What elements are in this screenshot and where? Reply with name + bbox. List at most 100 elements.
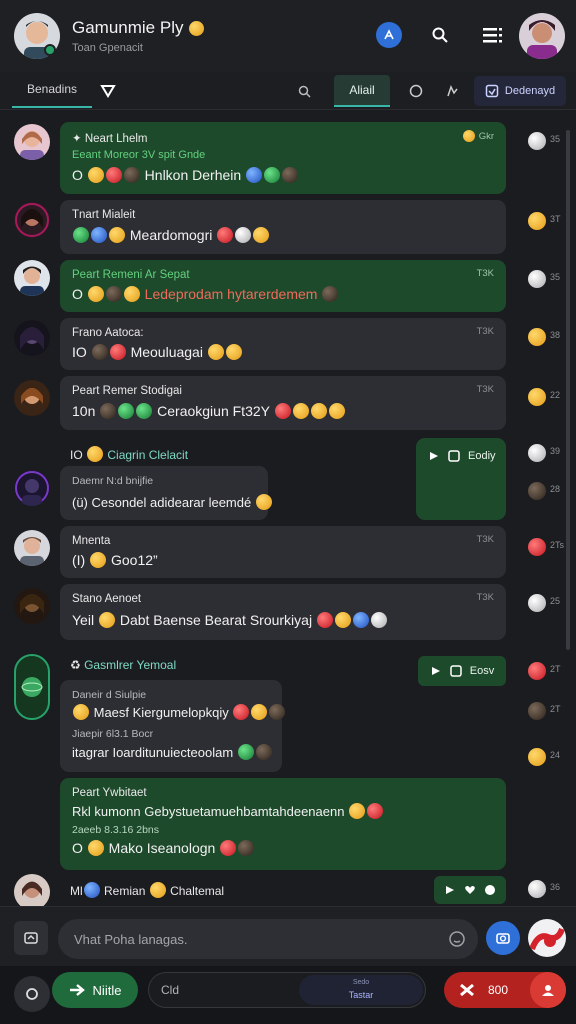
emoji-icon xyxy=(251,704,268,720)
pin-button[interactable] xyxy=(376,22,402,48)
message-bubble[interactable]: ✦ Neart Lhelm Eeant Moreor 3V spit Gnde … xyxy=(60,122,506,194)
quick-input[interactable]: Cld Sedo Tastar xyxy=(148,972,426,1008)
tab-all[interactable]: Aliail xyxy=(334,75,390,107)
message-avatar[interactable] xyxy=(14,260,50,296)
message-prefix: (I) xyxy=(72,552,86,568)
message-bubble[interactable]: Peart Remeni Ar Sepat O Ledeprodam hytar… xyxy=(60,260,506,312)
circle-check-icon xyxy=(485,885,495,895)
emoji-icon xyxy=(352,612,369,628)
tab-status[interactable] xyxy=(406,81,426,101)
message-bubble[interactable]: Daemr N:d bnijfie (ü) Cesondel adidearar… xyxy=(60,466,272,520)
read-receipt-avatar xyxy=(528,482,546,500)
camera-icon xyxy=(496,933,510,944)
chat-title[interactable]: Gamunmie Ply xyxy=(72,18,205,38)
message-bubble[interactable]: Mnenta (I) Goo12” T3K xyxy=(60,526,506,578)
smile-emoji-icon xyxy=(189,21,205,36)
sender-avatar[interactable] xyxy=(528,919,566,957)
message-bubble[interactable]: Peart Ywbitaet Rkl kumonn Gebystuetamueh… xyxy=(60,778,506,870)
rail-time: 3T xyxy=(550,214,561,224)
message-sender: Stano Aenoet xyxy=(72,593,142,605)
message-text: itagrar Ioarditunuiecteoolam xyxy=(72,745,234,760)
message-avatar[interactable] xyxy=(14,588,50,624)
message-sender: Frano Aatoca: xyxy=(72,327,144,339)
message-body: itagrar Ioarditunuiecteoolam xyxy=(72,744,273,760)
emoji-icon xyxy=(217,227,234,243)
back-button[interactable] xyxy=(14,976,50,1012)
message-text: Hnlkon Derhein xyxy=(144,167,242,183)
download-tab[interactable]: Dedenayd xyxy=(474,76,566,106)
sender-name: Neart Lhelm xyxy=(84,133,148,145)
search-round-icon xyxy=(26,988,38,1000)
filter-dropdown-button[interactable] xyxy=(98,81,118,101)
reaction-actions[interactable] xyxy=(434,876,506,904)
emoji-icon xyxy=(123,167,140,183)
action-card[interactable]: Eodiy xyxy=(416,438,506,520)
message-bubble[interactable]: Frano Aatoca: IO Meouluagai T3K xyxy=(60,318,506,370)
message-bubble[interactable]: Stano Aenoet Yeil Dabt Baense Bearat Sro… xyxy=(60,584,506,640)
arrow-icon xyxy=(446,886,454,894)
message-avatar[interactable] xyxy=(14,470,50,506)
message-tag: Rkl kumonn Gebystuetamuehbamtahdeenaenn xyxy=(72,803,384,819)
emoji-icon xyxy=(149,882,166,898)
menu-button[interactable] xyxy=(480,22,506,48)
message-prefix: IO xyxy=(72,344,87,360)
camera-button[interactable] xyxy=(486,921,520,955)
emoji-icon xyxy=(87,167,104,183)
emoji-icon xyxy=(73,227,89,243)
tab-folders[interactable]: Benadins xyxy=(12,72,92,108)
tab-reactions[interactable] xyxy=(442,81,462,101)
emoji-icon xyxy=(83,882,100,898)
message-avatar[interactable] xyxy=(14,124,50,160)
emoji-icon xyxy=(123,286,140,302)
tab-search-button[interactable] xyxy=(294,81,314,101)
action-label: Eosv xyxy=(469,665,495,677)
message-time: T3K xyxy=(476,326,494,337)
message-body: Meardomogri xyxy=(72,227,270,243)
message-avatar[interactable] xyxy=(14,874,50,906)
emoji-picker-icon[interactable] xyxy=(448,930,466,948)
message-list[interactable]: ✦ Neart Lhelm Eeant Moreor 3V spit Gnde … xyxy=(0,112,576,906)
scrollbar[interactable] xyxy=(566,130,570,650)
message-bubble[interactable]: Peart Remer Stodigai 10n Ceraokgiun Ft32… xyxy=(60,376,506,430)
next-button[interactable]: Niitle xyxy=(52,972,138,1008)
emoji-icon xyxy=(316,612,333,628)
status-chip[interactable]: Sedo Tastar xyxy=(299,975,423,1005)
message-body: (ü) Cesondel adidearar leemdé xyxy=(72,494,273,510)
message-bubble[interactable]: Tnart Mialeit Meardomogri xyxy=(60,200,506,254)
emoji-icon xyxy=(73,704,89,720)
emoji-icon xyxy=(87,446,104,462)
message-time: T3K xyxy=(476,268,494,279)
emoji-icon xyxy=(274,403,291,419)
action-button[interactable]: Eosv xyxy=(418,656,506,686)
read-receipt-avatar xyxy=(528,880,546,898)
reaction-icon xyxy=(463,130,476,142)
group-badge-avatar[interactable] xyxy=(14,654,50,720)
message-avatar[interactable] xyxy=(14,380,50,416)
search-button[interactable] xyxy=(427,22,453,48)
message-bubble[interactable]: Daneir d Siulpie Maesf Kiergumelopkqiy J… xyxy=(60,680,286,772)
emoji-icon xyxy=(253,227,270,243)
message-sender: Peart Ywbitaet xyxy=(72,787,147,799)
read-receipt-avatar xyxy=(528,662,546,680)
message-text: Meouluagai xyxy=(130,344,203,360)
triangle-down-icon xyxy=(100,85,116,98)
profile-action-button[interactable] xyxy=(530,972,566,1008)
message-avatar[interactable] xyxy=(14,530,50,566)
attach-button[interactable] xyxy=(14,921,48,955)
message-input[interactable]: Vhat Poha lanagas. xyxy=(58,919,478,959)
avatar-image xyxy=(14,874,50,906)
message-avatar[interactable] xyxy=(14,320,50,356)
emoji-icon xyxy=(255,744,272,760)
message-text: Rkl kumonn Gebystuetamuehbamtahdeenaenn xyxy=(72,804,345,819)
emoji-icon xyxy=(349,803,366,819)
profile-avatar[interactable] xyxy=(519,13,565,59)
rail-time: 28 xyxy=(550,484,561,494)
arrow-icon xyxy=(430,452,438,460)
emoji-icon xyxy=(220,840,237,856)
arrow-icon xyxy=(431,667,440,675)
message-composer: Vhat Poha lanagas. xyxy=(0,906,576,966)
rail-time: 24 xyxy=(550,750,561,760)
message-avatar[interactable] xyxy=(14,202,50,238)
avatar-image xyxy=(14,588,50,624)
message-sender: ✦ Neart Lhelm xyxy=(72,133,148,145)
